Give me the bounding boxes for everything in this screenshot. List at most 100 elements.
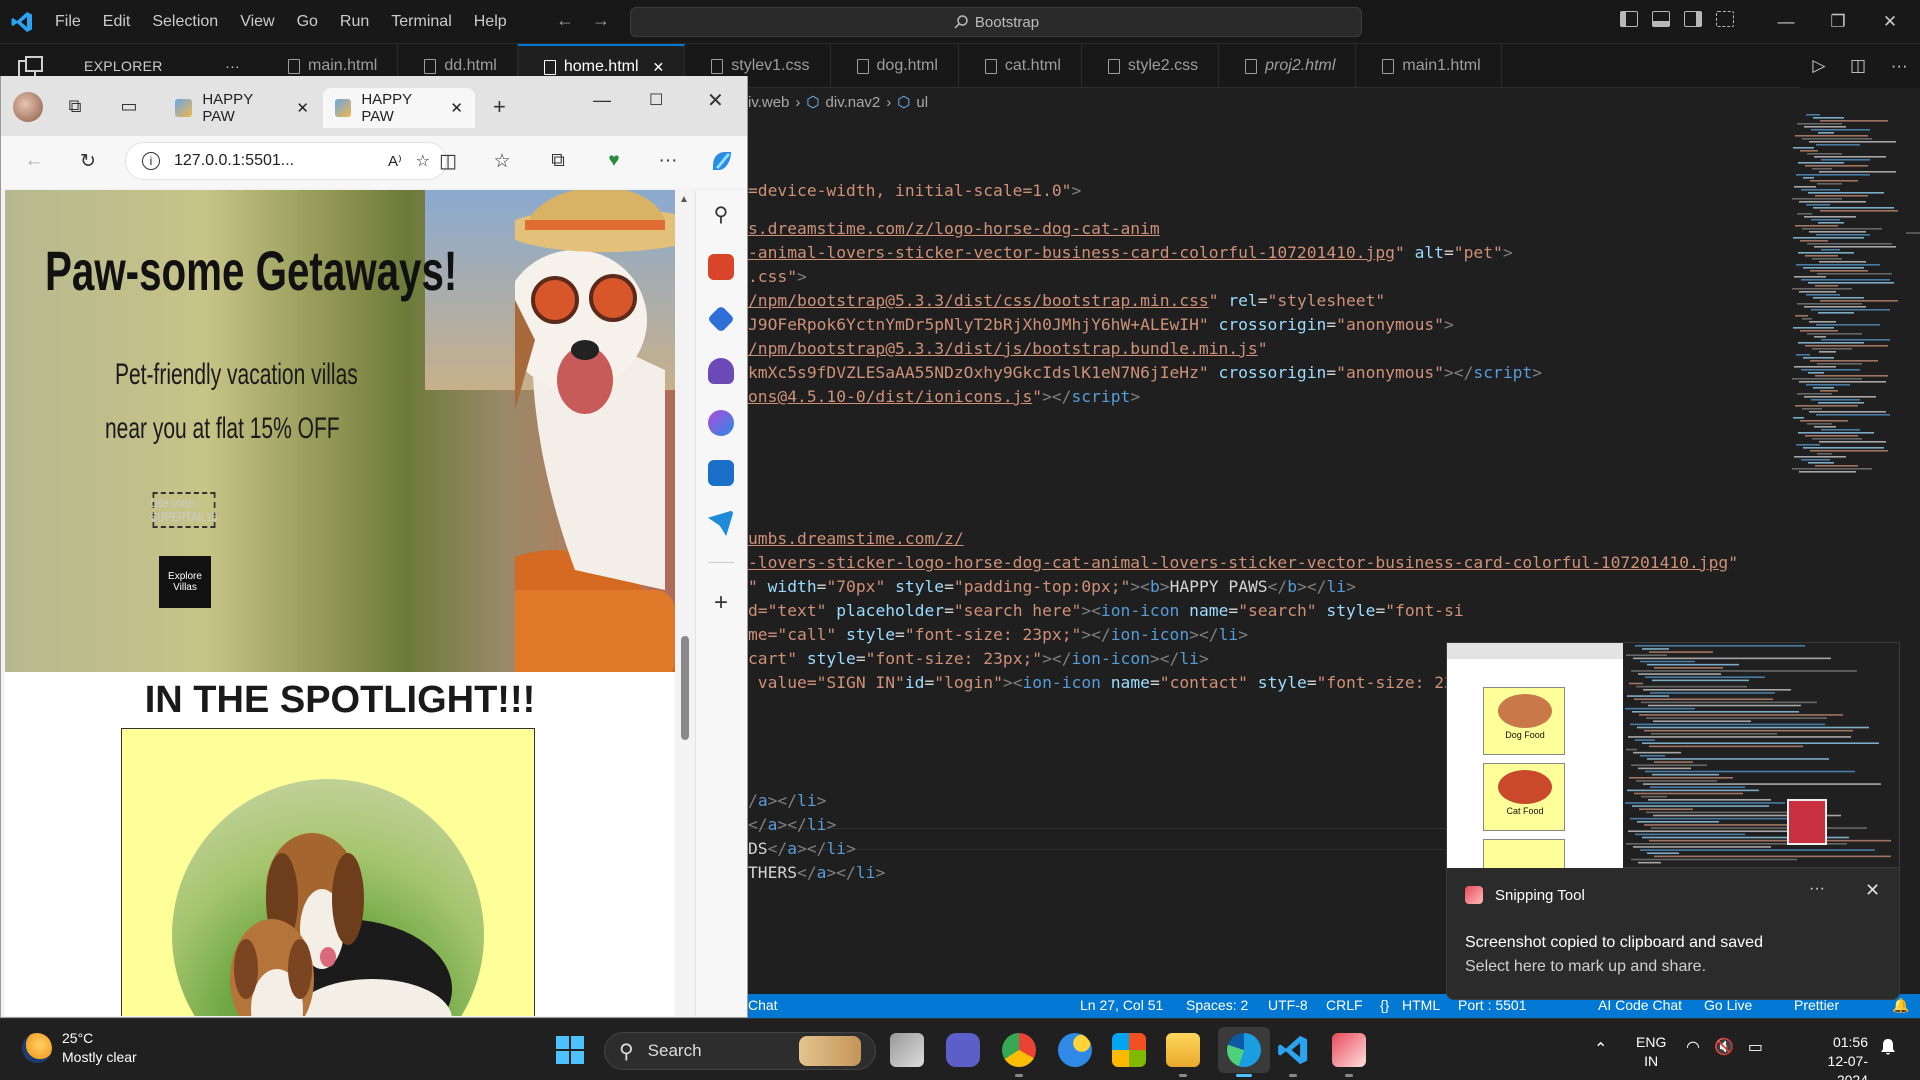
close-tab-icon[interactable]: ✕ (450, 99, 463, 117)
browser-tab[interactable]: HAPPY PAW ✕ (163, 88, 321, 128)
games-icon[interactable] (708, 358, 734, 384)
close-icon[interactable]: ✕ (1864, 6, 1916, 38)
command-center-search[interactable]: Bootstrap (630, 7, 1362, 37)
workspaces-icon[interactable]: ⧉ (63, 94, 87, 118)
code-line[interactable]: d="text" placeholder="search here"><ion-… (748, 600, 1464, 622)
code-line[interactable]: kmXc5s9fDVZLESaAA55NDzOxhy9GkcIdslK1eN7N… (748, 362, 1542, 384)
menu-terminal[interactable]: Terminal (380, 13, 462, 31)
read-aloud-icon[interactable]: A⁾ (388, 152, 402, 170)
breadcrumb-item[interactable]: iv.web (748, 94, 789, 111)
toggle-secondary-sidebar-icon[interactable] (1684, 11, 1702, 27)
status-eol[interactable]: CRLF (1326, 997, 1363, 1013)
tab-main1-html[interactable]: main1.html (1356, 44, 1502, 88)
editor-scrollbar[interactable] (1906, 232, 1920, 234)
code-line[interactable]: s.dreamstime.com/z/logo-horse-dog-cat-an… (748, 218, 1160, 240)
code-line[interactable]: J9OFeRpok6YctnYmDr5pNlyT2bRjXh0JMhjY6hW+… (748, 314, 1454, 336)
tab-dog-html[interactable]: dog.html (831, 44, 959, 88)
microsoft-365-icon[interactable] (708, 410, 734, 436)
forward-arrow-icon[interactable]: → (592, 10, 610, 31)
explore-villas-button[interactable]: Explore Villas (159, 556, 211, 608)
toggle-primary-sidebar-icon[interactable] (1620, 11, 1638, 27)
code-line[interactable]: /npm/bootstrap@5.3.3/dist/js/bootstrap.b… (748, 338, 1268, 360)
status-indentation[interactable]: Spaces: 2 (1186, 997, 1248, 1013)
site-info-icon[interactable]: i (142, 152, 160, 170)
menu-help[interactable]: Help (463, 13, 518, 31)
tools-briefcase-icon[interactable] (708, 254, 734, 280)
status-encoding[interactable]: UTF-8 (1268, 997, 1308, 1013)
new-tab-icon[interactable]: + (493, 94, 506, 120)
page-scrollbar-thumb[interactable] (681, 636, 689, 740)
tab-close-icon[interactable]: ✕ (653, 59, 665, 76)
code-line[interactable]: </a></li> (748, 814, 836, 836)
screenshot-preview[interactable]: Dog Food Cat Food (1446, 642, 1900, 869)
taskbar-search[interactable]: ⚲ Search (604, 1032, 876, 1070)
favorite-star-icon[interactable]: ☆ (416, 151, 430, 171)
show-hidden-icons-chevron-icon[interactable]: ⌃ (1594, 1039, 1607, 1059)
get-help-icon[interactable] (1058, 1033, 1092, 1067)
maximize-icon[interactable]: ❐ (1812, 6, 1864, 38)
edge-icon[interactable] (1227, 1033, 1261, 1067)
collections-icon[interactable]: ⧉ (545, 148, 571, 174)
menu-run[interactable]: Run (329, 13, 380, 31)
split-editor-icon[interactable]: ◫ (1850, 56, 1866, 76)
input-language[interactable]: ENG IN (1636, 1033, 1666, 1071)
tab-actions-icon[interactable]: ▭ (117, 94, 141, 118)
toggle-panel-icon[interactable] (1652, 11, 1670, 27)
copilot-icon[interactable] (709, 148, 735, 174)
code-line[interactable]: -lovers-sticker-logo-horse-dog-cat-anima… (748, 552, 1738, 574)
tab-proj2-html[interactable]: proj2.html (1219, 44, 1357, 88)
scroll-up-icon[interactable]: ▲ (679, 194, 689, 205)
file-explorer-icon[interactable] (1166, 1033, 1200, 1067)
minimize-icon[interactable]: — (1760, 6, 1812, 38)
start-windows-icon[interactable] (555, 1035, 585, 1065)
code-line[interactable]: /npm/bootstrap@5.3.3/dist/css/bootstrap.… (748, 290, 1385, 312)
menu-edit[interactable]: Edit (92, 13, 142, 31)
menu-view[interactable]: View (229, 13, 285, 31)
browser-tab-active[interactable]: HAPPY PAW ✕ (323, 88, 475, 128)
search-icon[interactable]: ⚲ (708, 202, 734, 228)
system-tray[interactable]: ◠ 🔇 ▭ (1686, 1037, 1763, 1057)
toast-more-icon[interactable]: ··· (1809, 880, 1825, 898)
close-icon[interactable]: ✕ (707, 88, 724, 113)
browser-essentials-icon[interactable]: ♥ (601, 148, 627, 174)
code-line[interactable]: ons@4.5.10-0/dist/ionicons.js"></script> (748, 386, 1140, 408)
run-play-icon[interactable]: ▷ (1812, 56, 1825, 76)
notification-bell-icon[interactable] (1878, 1037, 1898, 1057)
back-arrow-icon[interactable]: ← (556, 10, 574, 31)
settings-more-icon[interactable]: ··· (655, 148, 681, 174)
favorites-icon[interactable]: ☆ (489, 148, 515, 174)
explorer-files-icon[interactable] (18, 56, 44, 78)
snipping-tool-toast[interactable]: Snipping Tool ··· ✕ Screenshot copied to… (1446, 868, 1900, 1000)
teams-chat-icon[interactable] (946, 1033, 980, 1067)
status-cursor-position[interactable]: Ln 27, Col 51 (1080, 997, 1163, 1013)
minimize-icon[interactable]: — (593, 90, 611, 111)
code-line[interactable]: /a></li> (748, 790, 826, 812)
code-line[interactable]: cart" style="font-size: 23px;"></ion-ico… (748, 648, 1209, 670)
code-line[interactable]: DS</a></li> (748, 838, 856, 860)
code-line[interactable]: =device-width, initial-scale=1.0"> (748, 180, 1081, 202)
snipping-tool-taskbar-icon[interactable] (1332, 1033, 1366, 1067)
code-line[interactable]: .css"> (748, 266, 807, 288)
back-icon[interactable]: ← (21, 148, 47, 174)
breadcrumb-item[interactable]: ul (916, 94, 928, 111)
add-sidebar-app-icon[interactable]: + (708, 590, 734, 616)
drop-send-icon[interactable] (708, 510, 734, 536)
weather-widget[interactable]: 25°C Mostly clear (22, 1029, 137, 1067)
menu-selection[interactable]: Selection (141, 13, 229, 31)
vscode-taskbar-icon[interactable] (1276, 1033, 1310, 1067)
address-bar[interactable]: i 127.0.0.1:5501... A⁾ ☆ (125, 142, 447, 180)
code-line[interactable]: me="call" style="font-size: 23px;"></ion… (748, 624, 1248, 646)
code-line[interactable]: THERS</a></li> (748, 862, 885, 884)
explorer-more-icon[interactable]: ··· (225, 58, 240, 74)
status-language[interactable]: HTML (1402, 997, 1440, 1013)
code-line[interactable]: -animal-lovers-sticker-vector-business-c… (748, 242, 1513, 264)
maximize-icon[interactable]: ☐ (649, 90, 663, 110)
breadcrumb-item[interactable]: div.nav2 (826, 94, 881, 111)
profile-avatar[interactable] (13, 92, 43, 122)
code-line[interactable]: value="SIGN IN"id="login"><ion-icon name… (748, 672, 1464, 694)
tab-cat-html[interactable]: cat.html (959, 44, 1082, 88)
toast-close-icon[interactable]: ✕ (1865, 880, 1880, 901)
menu-go[interactable]: Go (286, 13, 329, 31)
customize-layout-icon[interactable] (1716, 11, 1734, 27)
outlook-icon[interactable] (708, 460, 734, 486)
